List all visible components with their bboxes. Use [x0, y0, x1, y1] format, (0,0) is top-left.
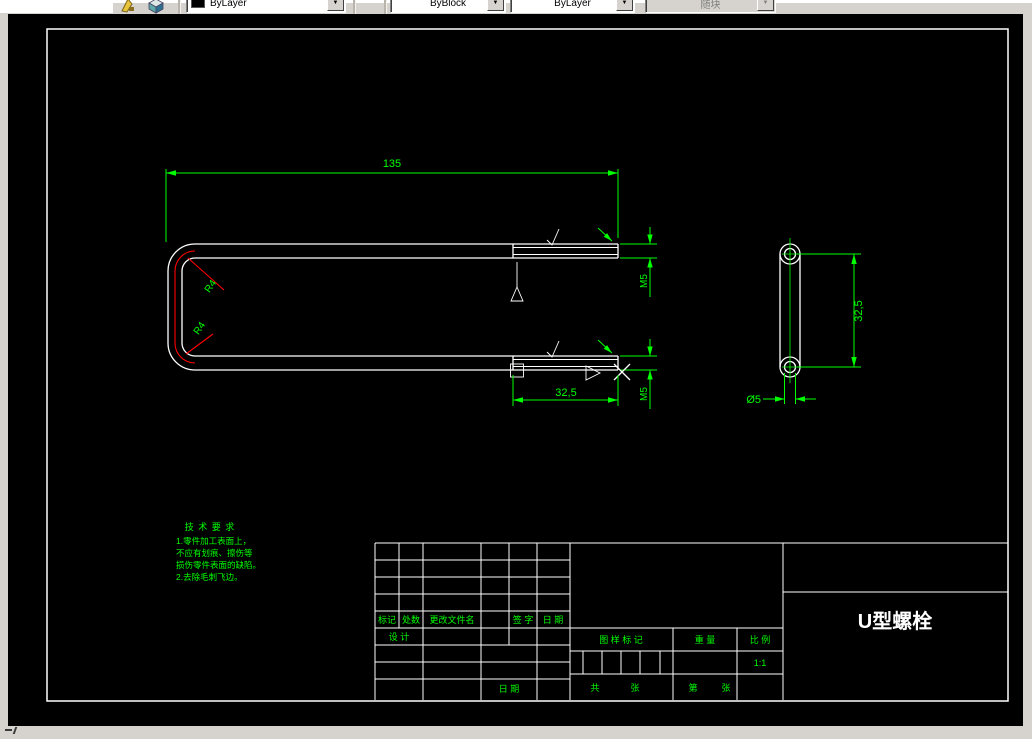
dim-hole-diameter: Ø5	[746, 394, 761, 406]
color-swatch	[191, 0, 205, 8]
tb-sheet-no-unit: 张	[721, 683, 730, 693]
chevron-down-icon: ▼	[757, 0, 774, 11]
toolbar-separator	[178, 0, 181, 14]
tb-mark: 标记	[378, 614, 396, 625]
color-combo[interactable]: ByLayer ▼	[186, 0, 346, 13]
dim-thread-size-top: M5	[639, 274, 650, 288]
drawing-canvas[interactable]: R4 R4 135 M5 M5 32,5 32,5 Ø5 技 术 要 求 1.零…	[8, 14, 1023, 726]
note-line: 损伤零件表面的缺陷。	[176, 560, 261, 570]
thread-minor-lines	[513, 247, 618, 367]
properties-toolbar: ByLayer ▼ ByBlock ▼ ByLayer ▼ 随块 ▼	[0, 0, 1032, 14]
lineweight-combo-value: ByLayer	[554, 0, 591, 9]
dim-thread-size-bottom: M5	[639, 387, 650, 401]
plotstyle-combo-value: 随块	[700, 0, 721, 11]
tb-sheets-total: 共	[590, 683, 599, 693]
toolbar-separator	[384, 0, 387, 14]
chevron-down-icon[interactable]: ▼	[327, 0, 344, 11]
bend-centerline-arc	[174, 250, 196, 364]
status-bar	[0, 726, 1032, 739]
cube-icon[interactable]	[142, 0, 168, 14]
dim-side-span: 32,5	[853, 300, 865, 321]
lineweight-combo[interactable]: ByLayer ▼	[510, 0, 635, 13]
dim-side-span-group: 32,5	[797, 253, 865, 368]
drawing-svg: R4 R4 135 M5 M5 32,5 32,5 Ø5 技 术 要 求 1.零…	[46, 28, 1009, 702]
cad-window: { "toolbar": { "combos": [ {"label": "By…	[0, 0, 1032, 739]
toolbar-separator	[353, 0, 356, 14]
dim-hole-dia-group: Ø5	[746, 373, 816, 406]
dim-thread-length: 32,5	[555, 387, 576, 399]
tb-sheets-total-unit: 张	[630, 683, 639, 693]
sheet-frame	[46, 28, 1009, 702]
tb-signature: 签 字	[513, 614, 534, 625]
technical-notes: 技 术 要 求 1.零件加工表面上， 不应有划痕、擦伤等 损伤零件表面的缺陷。 …	[176, 521, 261, 582]
tb-date: 日 期	[499, 684, 520, 694]
dim-fillet-radius-lower: R4	[192, 320, 209, 337]
tb-weight: 重 量	[695, 634, 716, 645]
side-view-centerlines	[782, 238, 798, 383]
chevron-down-icon[interactable]: ▼	[487, 0, 504, 11]
dim-m5-top-group: M5	[597, 227, 657, 297]
command-line-fragment	[12, 727, 18, 734]
dim-fillet-radius-upper: R4	[203, 278, 220, 295]
tb-scale: 比 例	[750, 634, 771, 645]
linetype-combo[interactable]: ByBlock ▼	[390, 0, 506, 13]
dim-overall-length: 135	[383, 158, 401, 170]
note-line: 1.零件加工表面上，	[176, 536, 251, 546]
notes-title: 技 术 要 求	[185, 521, 236, 532]
tb-filename: 更改文件名	[429, 614, 474, 625]
paint-icon[interactable]	[119, 0, 137, 14]
note-line: 不应有划痕、擦伤等	[176, 548, 253, 558]
r4-leader-lines	[185, 257, 225, 355]
tb-design: 设 计	[389, 631, 410, 642]
dim-m5-bottom-group: M5	[597, 339, 657, 409]
dim-thread-length-group: 32,5	[512, 375, 619, 406]
tb-count: 处数	[402, 614, 420, 625]
datum-symbols	[510, 262, 631, 381]
tb-stamp: 图 样 标 记	[599, 634, 643, 645]
part-name: U型螺栓	[858, 609, 932, 633]
side-view	[779, 238, 801, 383]
chevron-down-icon[interactable]: ▼	[616, 0, 633, 11]
surface-finish-marks	[546, 228, 560, 358]
color-combo-value: ByLayer	[210, 0, 247, 9]
tb-scale-value: 1:1	[754, 658, 767, 668]
u-bolt-outline	[167, 243, 619, 371]
tb-date-header: 日 期	[543, 615, 564, 625]
note-line: 2.去除毛刺飞边。	[176, 572, 243, 582]
menubar-left-remnant	[0, 0, 113, 13]
linetype-combo-value: ByBlock	[429, 0, 467, 9]
dim-135-group: 135	[165, 158, 619, 242]
plotstyle-combo: 随块 ▼	[645, 0, 776, 13]
command-line-fragment	[5, 729, 12, 731]
tb-sheet-no: 第	[688, 682, 697, 693]
